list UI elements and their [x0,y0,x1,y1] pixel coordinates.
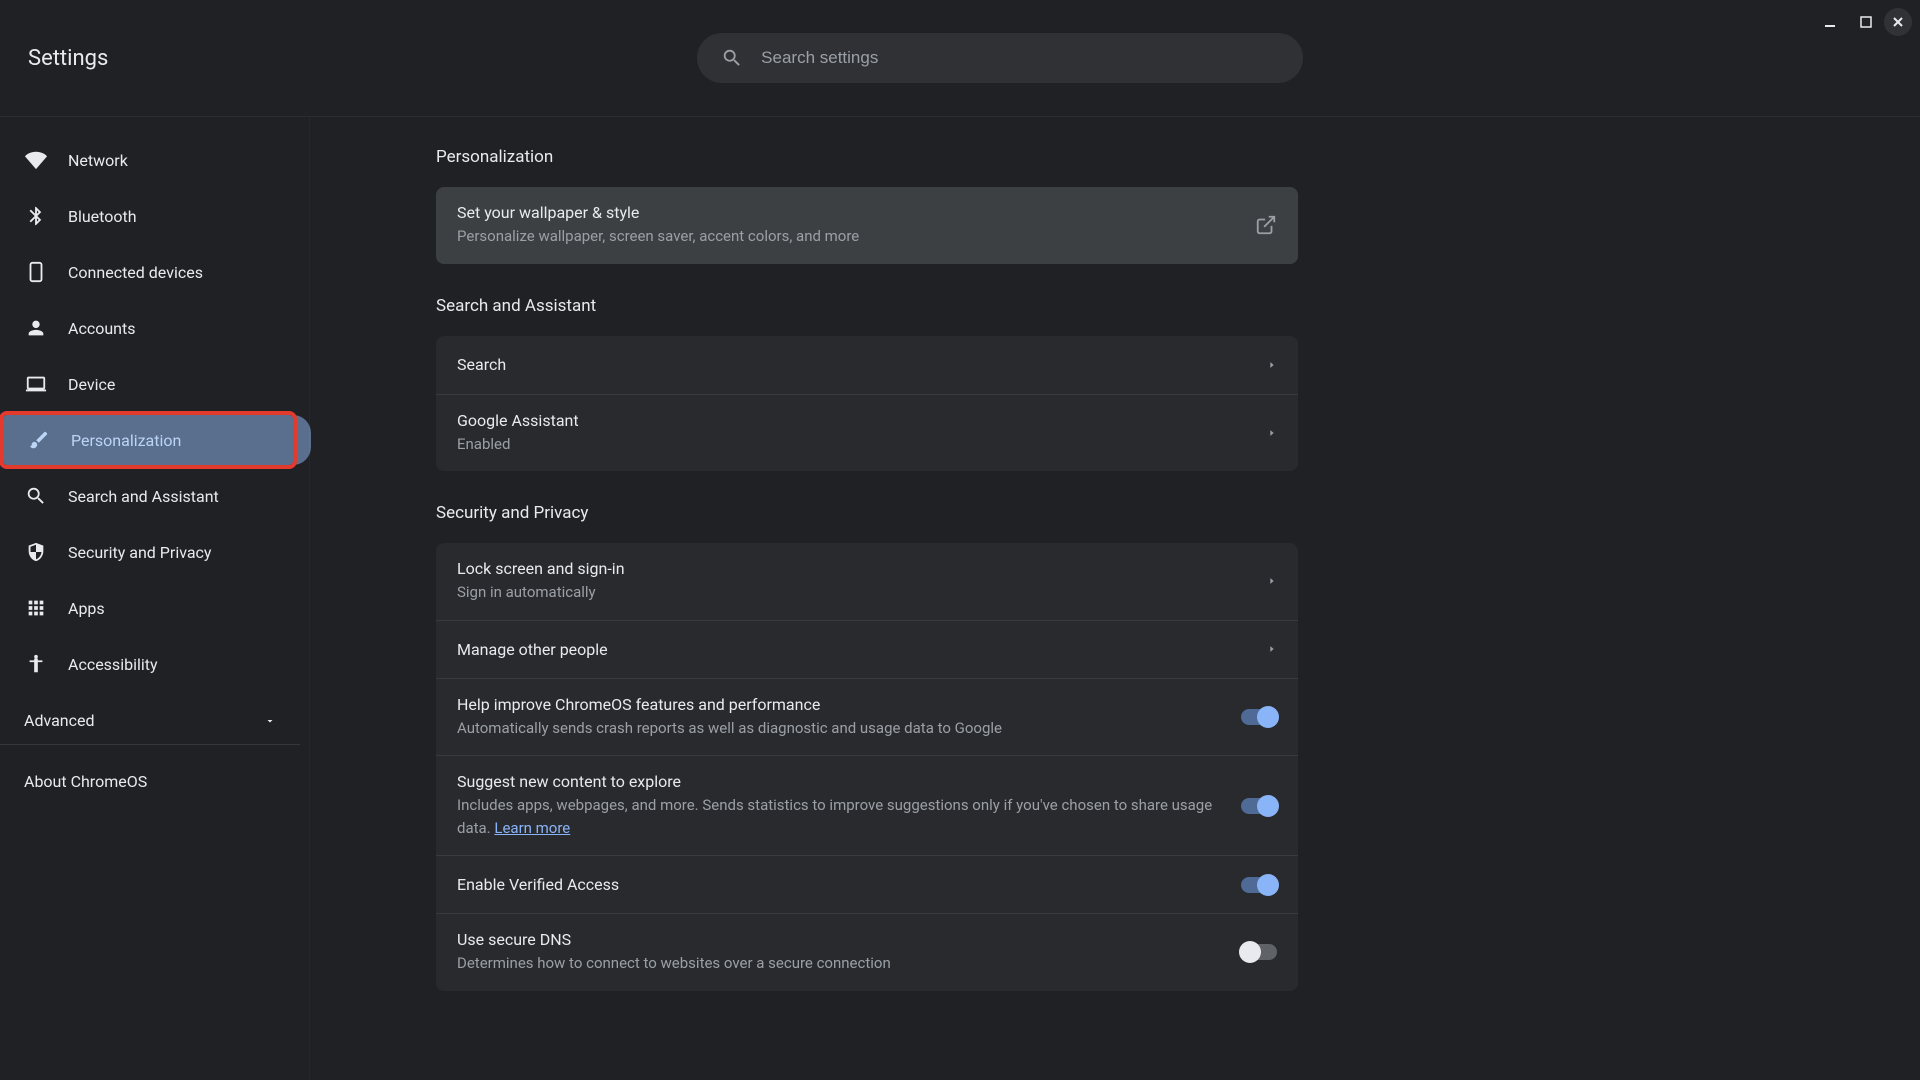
row-title: Search [457,355,1247,374]
chevron-right-icon [1267,428,1277,438]
row-title: Set your wallpaper & style [457,203,1235,222]
section-title-search-assistant: Search and Assistant [436,296,1298,316]
row-subtitle: Automatically sends crash reports as wel… [457,717,1221,740]
toggle-secure-dns[interactable] [1241,944,1277,960]
apps-icon [24,596,48,620]
row-secure-dns: Use secure DNS Determines how to connect… [436,913,1298,991]
toggle-verified-access[interactable] [1241,877,1277,893]
sidebar-item-network[interactable]: Network [0,135,300,185]
laptop-icon [24,372,48,396]
row-subtitle: Enabled [457,433,1247,456]
sidebar-item-accessibility[interactable]: Accessibility [0,639,300,689]
person-icon [24,316,48,340]
chevron-right-icon [1267,360,1277,370]
sidebar-item-label: Accessibility [68,655,158,674]
row-subtitle: Determines how to connect to websites ov… [457,952,1221,975]
advanced-label: Advanced [24,711,95,730]
sidebar-item-bluetooth[interactable]: Bluetooth [0,191,300,241]
chevron-right-icon [1267,576,1277,586]
section-title-personalization: Personalization [436,147,1298,167]
row-subtitle: Includes apps, webpages, and more. Sends… [457,794,1221,839]
sidebar-item-security-privacy[interactable]: Security and Privacy [0,527,300,577]
row-title: Google Assistant [457,411,1247,430]
close-button[interactable] [1884,8,1912,36]
page-title: Settings [28,46,108,71]
sidebar-item-label: Search and Assistant [68,487,219,506]
sidebar-item-label: Device [68,375,115,394]
sidebar-item-personalization[interactable]: Personalization [3,415,293,465]
brush-icon [27,428,51,452]
row-subtitle: Sign in automatically [457,581,1247,604]
sidebar-item-device[interactable]: Device [0,359,300,409]
search-input[interactable] [761,48,1279,68]
sidebar-item-accounts[interactable]: Accounts [0,303,300,353]
row-title: Suggest new content to explore [457,772,1221,791]
row-help-improve: Help improve ChromeOS features and perfo… [436,678,1298,756]
sidebar-item-label: Personalization [71,431,181,450]
sidebar-item-search-assistant[interactable]: Search and Assistant [0,471,300,521]
row-title: Manage other people [457,640,1247,659]
row-manage-people[interactable]: Manage other people [436,620,1298,678]
row-lock-screen[interactable]: Lock screen and sign-in Sign in automati… [436,543,1298,620]
row-title: Help improve ChromeOS features and perfo… [457,695,1221,714]
maximize-button[interactable] [1848,8,1884,36]
maximize-icon [1859,15,1873,29]
row-title: Lock screen and sign-in [457,559,1247,578]
sidebar-item-label: Connected devices [68,263,203,282]
main-content: Personalization Set your wallpaper & sty… [310,117,1920,1080]
sidebar-item-label: Accounts [68,319,135,338]
about-label: About ChromeOS [24,772,147,791]
row-title: Enable Verified Access [457,875,1221,894]
chevron-down-icon [264,715,276,727]
shield-icon [24,540,48,564]
sidebar: Network Bluetooth Connected devices Acco… [0,117,310,1080]
search-icon [24,484,48,508]
sidebar-advanced[interactable]: Advanced [0,697,300,745]
row-suggest-content: Suggest new content to explore Includes … [436,755,1298,855]
row-title: Use secure DNS [457,930,1221,949]
chevron-right-icon [1267,644,1277,654]
row-verified-access: Enable Verified Access [436,855,1298,913]
section-title-security-privacy: Security and Privacy [436,503,1298,523]
toggle-help-improve[interactable] [1241,709,1277,725]
accessibility-icon [24,652,48,676]
open-external-icon [1255,214,1277,236]
search-icon [721,47,743,69]
header: Settings [0,0,1920,117]
sidebar-item-label: Network [68,151,128,170]
row-subtitle: Personalize wallpaper, screen saver, acc… [457,225,1235,248]
row-search[interactable]: Search [436,336,1298,394]
sidebar-item-connected-devices[interactable]: Connected devices [0,247,300,297]
devices-icon [24,260,48,284]
minimize-icon [1823,15,1837,29]
search-box[interactable] [697,33,1303,83]
toggle-suggest-content[interactable] [1241,798,1277,814]
row-google-assistant[interactable]: Google Assistant Enabled [436,394,1298,472]
sidebar-item-label: Bluetooth [68,207,137,226]
sidebar-item-label: Security and Privacy [68,543,211,562]
sidebar-about-chromeos[interactable]: About ChromeOS [0,757,309,805]
sidebar-item-label: Apps [68,599,105,618]
sidebar-item-apps[interactable]: Apps [0,583,300,633]
minimize-button[interactable] [1812,8,1848,36]
row-wallpaper-style[interactable]: Set your wallpaper & style Personalize w… [436,187,1298,264]
close-icon [1891,15,1905,29]
bluetooth-icon [24,204,48,228]
learn-more-link[interactable]: Learn more [494,819,570,837]
wifi-icon [24,148,48,172]
